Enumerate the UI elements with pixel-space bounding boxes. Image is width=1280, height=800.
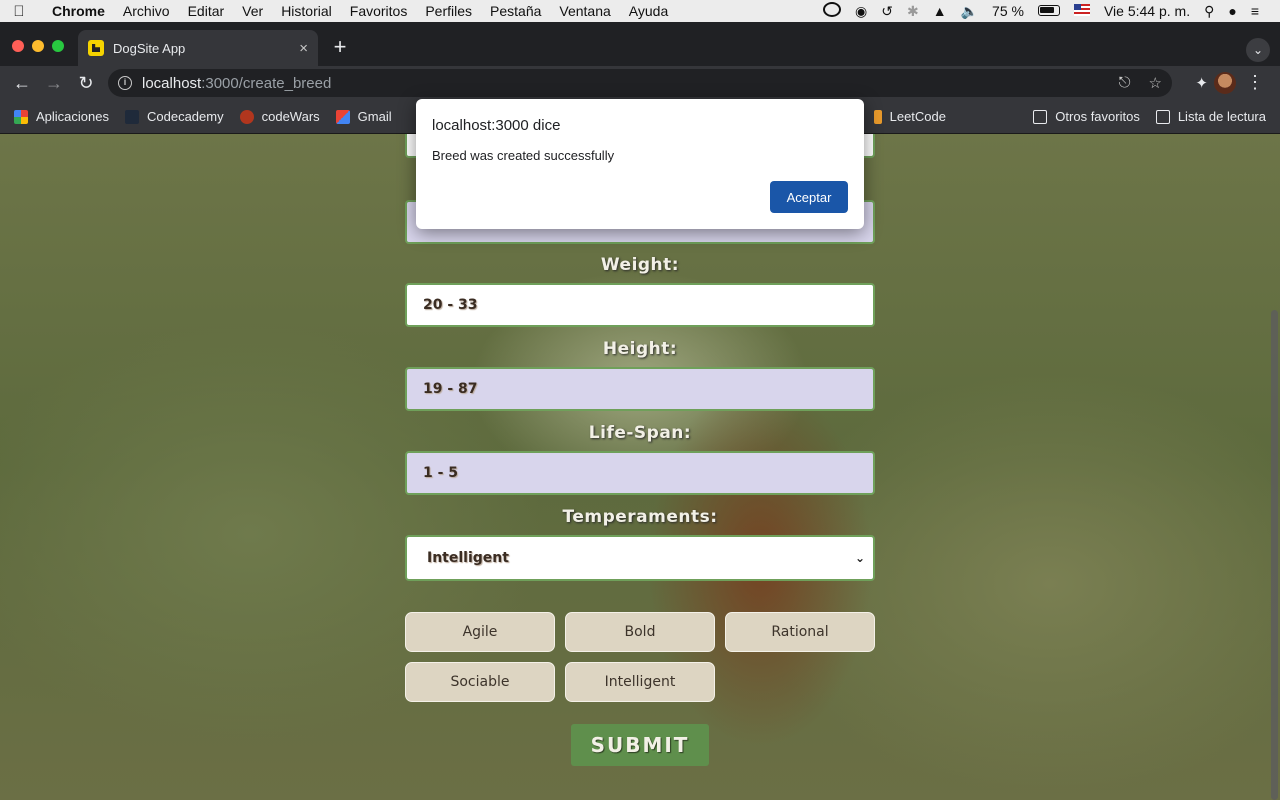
bookmark-otros-favoritos[interactable]: Otros favoritos <box>1025 109 1148 124</box>
submit-button[interactable]: SUBMIT <box>571 724 709 766</box>
reload-icon[interactable]: ↻ <box>70 73 102 94</box>
apple-icon[interactable]:  <box>0 3 38 20</box>
time-machine-icon[interactable]: ↺ <box>874 3 900 20</box>
bookmark-codewars[interactable]: codeWars <box>232 109 328 124</box>
menu-archivo[interactable]: Archivo <box>114 3 179 19</box>
bookmark-lista-lectura[interactable]: Lista de lectura <box>1148 109 1280 124</box>
bookmark-label: Codecademy <box>147 109 224 124</box>
macos-menubar:  Chrome Archivo Editar Ver Historial Fa… <box>0 0 1280 22</box>
temperaments-select[interactable]: Intelligent ⌄ <box>405 535 875 581</box>
site-info-icon[interactable]: i <box>118 76 132 90</box>
browser-toolbar: ← → ↻ i localhost :3000/create_breed ⎋ ☆… <box>0 66 1280 100</box>
folder-icon <box>1033 109 1048 124</box>
bookmark-label: codeWars <box>261 109 320 124</box>
menu-perfiles[interactable]: Perfiles <box>416 3 481 19</box>
bookmark-gmail[interactable]: Gmail <box>328 109 400 124</box>
dialog-message: Breed was created successfully <box>432 148 615 163</box>
gmail-icon <box>335 109 350 124</box>
battery-icon[interactable] <box>1031 3 1067 19</box>
new-tab-button[interactable]: + <box>328 36 352 60</box>
favicon-icon <box>88 40 104 56</box>
close-tab-icon[interactable]: × <box>299 40 308 57</box>
bluetooth-icon[interactable]: ✱ <box>900 3 926 20</box>
chevron-down-icon: ⌄ <box>854 551 865 565</box>
url-host: localhost <box>142 74 202 92</box>
menu-ventana[interactable]: Ventana <box>550 3 619 19</box>
page-scrollbar[interactable] <box>1271 310 1278 800</box>
leetcode-icon <box>873 109 882 124</box>
window-controls <box>12 40 64 52</box>
tab-title: DogSite App <box>113 40 186 56</box>
bookmark-label: Aplicaciones <box>36 109 109 124</box>
tab-strip: DogSite App × + ⌄ <box>0 22 1280 66</box>
menu-favoritos[interactable]: Favoritos <box>341 3 417 19</box>
clock[interactable]: Vie 5:44 p. m. <box>1097 3 1197 19</box>
height-input[interactable]: 19 - 87 <box>405 367 875 411</box>
temperament-chip-rational[interactable]: Rational <box>725 612 875 652</box>
bookmark-label: Gmail <box>357 109 392 124</box>
volume-icon[interactable]: 🔈 <box>954 3 985 20</box>
temperaments-selected-value: Intelligent <box>427 550 509 566</box>
flag-icon[interactable] <box>1067 3 1097 19</box>
temperament-chip-agile[interactable]: Agile <box>405 612 555 652</box>
temperaments-label: Temperaments: <box>562 507 718 527</box>
lifespan-input[interactable]: 1 - 5 <box>405 451 875 495</box>
lifespan-label: Life-Span: <box>588 423 692 443</box>
apps-grid-icon <box>14 109 28 124</box>
siri-icon[interactable]: ● <box>1221 3 1243 19</box>
search-icon[interactable]: ⚲ <box>1197 3 1221 20</box>
target-icon[interactable] <box>816 2 848 20</box>
profile-avatar[interactable] <box>1214 72 1236 94</box>
dialog-title: localhost:3000 dice <box>432 117 561 134</box>
alert-dialog: localhost:3000 dice Breed was created su… <box>416 99 864 229</box>
codewars-icon <box>239 109 254 124</box>
bookmark-codecademy[interactable]: Codecademy <box>117 109 232 124</box>
weight-label: Weight: <box>600 255 680 275</box>
temperament-chip-sociable[interactable]: Sociable <box>405 662 555 702</box>
maximize-window-button[interactable] <box>52 40 64 52</box>
menu-historial[interactable]: Historial <box>272 3 341 19</box>
close-window-button[interactable] <box>12 40 24 52</box>
menu-app-name[interactable]: Chrome <box>38 3 114 19</box>
tab-search-button[interactable]: ⌄ <box>1246 38 1270 62</box>
menu-editar[interactable]: Editar <box>179 3 234 19</box>
battery-percent: 75 % <box>992 3 1024 19</box>
extensions-icon[interactable]: ✦ <box>1195 74 1208 92</box>
menu-kebab-icon[interactable]: ⋮ <box>1246 72 1264 93</box>
url-path: :3000/create_breed <box>201 74 332 92</box>
bookmark-aplicaciones[interactable]: Aplicaciones <box>0 109 117 124</box>
reading-list-icon <box>1155 109 1170 124</box>
tab-dogsite[interactable]: DogSite App × <box>78 30 318 66</box>
bookmark-leetcode[interactable]: LeetCode <box>866 109 954 124</box>
bookmark-star-icon[interactable]: ☆ <box>1149 74 1162 92</box>
height-label: Height: <box>602 339 678 359</box>
menu-ayuda[interactable]: Ayuda <box>620 3 677 19</box>
status-tray: ◉ ↺ ✱ ▲ 🔈 75 % Vie 5:44 p. m. ⚲ ● ≡ <box>816 2 1280 20</box>
minimize-window-button[interactable] <box>32 40 44 52</box>
codecademy-icon <box>125 109 139 124</box>
menu-ver[interactable]: Ver <box>233 3 272 19</box>
bookmark-label: LeetCode <box>889 109 946 124</box>
create-breed-page: Weight: 20 - 33 Height: 19 - 87 Life-Spa… <box>0 134 1280 800</box>
forward-icon[interactable]: → <box>38 73 70 94</box>
temperament-chip-intelligent[interactable]: Intelligent <box>565 662 715 702</box>
address-bar[interactable]: i localhost :3000/create_breed ⎋ ☆ <box>108 69 1172 97</box>
back-icon[interactable]: ← <box>6 73 38 94</box>
wifi-icon[interactable]: ▲ <box>926 3 954 19</box>
weight-input[interactable]: 20 - 33 <box>405 283 875 327</box>
temperament-chip-bold[interactable]: Bold <box>565 612 715 652</box>
elephant-icon[interactable]: ◉ <box>848 3 874 20</box>
share-icon[interactable]: ⎋ <box>1119 74 1131 92</box>
control-center-icon[interactable]: ≡ <box>1244 3 1266 19</box>
menu-pestana[interactable]: Pestaña <box>481 3 550 19</box>
bookmark-label: Otros favoritos <box>1055 109 1140 124</box>
bookmark-label: Lista de lectura <box>1177 109 1266 124</box>
accept-button[interactable]: Aceptar <box>770 181 848 213</box>
